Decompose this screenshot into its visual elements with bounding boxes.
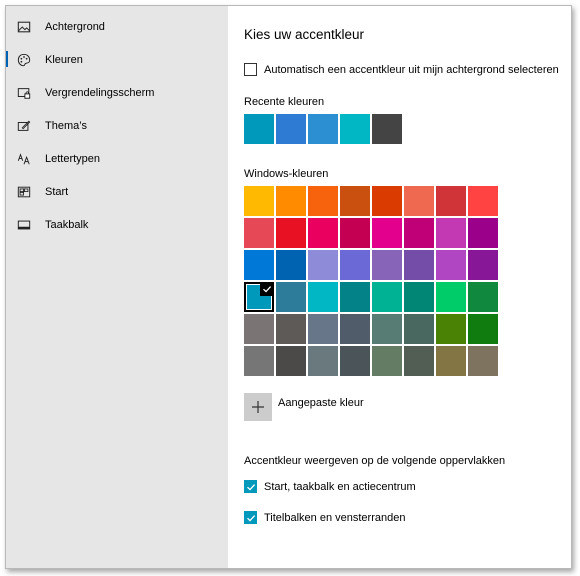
sidebar-item-start[interactable]: Start [6, 175, 228, 208]
color-swatch[interactable] [468, 218, 498, 248]
color-swatch[interactable] [404, 282, 434, 312]
color-swatch[interactable] [276, 346, 306, 376]
color-swatch[interactable] [372, 282, 402, 312]
sidebar-item-label: Achtergrond [45, 20, 105, 33]
color-swatch[interactable] [468, 346, 498, 376]
color-swatch[interactable] [372, 314, 402, 344]
picture-icon [16, 19, 32, 35]
font-icon [16, 151, 32, 167]
color-swatch-selected[interactable] [244, 282, 274, 312]
color-swatch[interactable] [340, 218, 370, 248]
color-swatch[interactable] [276, 314, 306, 344]
custom-color-button[interactable]: Aangepaste kleur [244, 393, 364, 421]
recent-color-swatch[interactable] [308, 114, 338, 144]
lock-screen-icon [16, 85, 32, 101]
color-swatch[interactable] [340, 250, 370, 280]
color-swatch[interactable] [276, 186, 306, 216]
color-swatch[interactable] [308, 346, 338, 376]
color-swatch[interactable] [468, 282, 498, 312]
sidebar-item-lettertypen[interactable]: Lettertypen [6, 142, 228, 175]
sidebar-item-vergrendelingsscherm[interactable]: Vergrendelingsscherm [6, 76, 228, 109]
checkbox-box[interactable] [244, 480, 257, 493]
color-swatch[interactable] [404, 250, 434, 280]
color-swatch[interactable] [340, 346, 370, 376]
color-swatch[interactable] [404, 314, 434, 344]
color-swatch[interactable] [308, 250, 338, 280]
sidebar: Achtergrond Kleuren Vergrendelingsscherm… [6, 6, 228, 568]
sidebar-item-kleuren[interactable]: Kleuren [6, 43, 228, 76]
color-swatch[interactable] [244, 314, 274, 344]
palette-icon [16, 52, 32, 68]
theme-icon [16, 118, 32, 134]
windows-colors-grid [244, 186, 498, 376]
color-swatch[interactable] [244, 186, 274, 216]
color-swatch[interactable] [276, 250, 306, 280]
taskbar-icon [16, 217, 32, 233]
color-swatch[interactable] [372, 346, 402, 376]
windows-colors-label: Windows-kleuren [244, 168, 329, 180]
check-icon [246, 514, 255, 522]
check-icon [260, 282, 274, 296]
sidebar-item-label: Start [45, 185, 69, 198]
sidebar-item-label: Vergrendelingsscherm [45, 86, 155, 99]
checkbox-box[interactable] [244, 63, 257, 76]
recent-color-swatch[interactable] [340, 114, 370, 144]
recent-colors-label: Recente kleuren [244, 96, 325, 108]
color-swatch[interactable] [308, 186, 338, 216]
recent-colors [244, 114, 404, 144]
recent-color-swatch[interactable] [276, 114, 306, 144]
color-swatch[interactable] [436, 314, 466, 344]
color-swatch[interactable] [404, 346, 434, 376]
color-swatch[interactable] [340, 314, 370, 344]
color-swatch[interactable] [436, 282, 466, 312]
custom-color-label: Aangepaste kleur [278, 397, 364, 409]
titlebars-checkbox[interactable]: Titelbalken en vensterranden [244, 511, 405, 524]
color-swatch[interactable] [244, 346, 274, 376]
checkbox-box[interactable] [244, 511, 257, 524]
color-swatch[interactable] [436, 250, 466, 280]
titlebars-label: Titelbalken en vensterranden [264, 511, 406, 524]
sidebar-item-themas[interactable]: Thema’s [6, 109, 228, 142]
color-swatch[interactable] [468, 186, 498, 216]
start-taskbar-label: Start, taakbalk en actiecentrum [264, 480, 416, 493]
recent-color-swatch[interactable] [372, 114, 402, 144]
color-swatch[interactable] [372, 250, 402, 280]
color-swatch[interactable] [244, 218, 274, 248]
color-swatch[interactable] [404, 218, 434, 248]
check-icon [246, 483, 255, 491]
color-swatch[interactable] [436, 186, 466, 216]
color-swatch[interactable] [436, 218, 466, 248]
color-swatch[interactable] [276, 282, 306, 312]
sidebar-item-achtergrond[interactable]: Achtergrond [6, 10, 228, 43]
sidebar-item-taakbalk[interactable]: Taakbalk [6, 208, 228, 241]
surfaces-label: Accentkleur weergeven op de volgende opp… [244, 455, 506, 467]
color-swatch[interactable] [468, 314, 498, 344]
color-swatch[interactable] [372, 218, 402, 248]
main-content: Kies uw accentkleur Automatisch een acce… [228, 6, 571, 568]
plus-icon[interactable] [244, 393, 272, 421]
auto-accent-checkbox[interactable]: Automatisch een accentkleur uit mijn ach… [244, 63, 559, 76]
selection-indicator [6, 51, 8, 67]
sidebar-item-label: Thema’s [45, 119, 87, 132]
start-icon [16, 184, 32, 200]
color-swatch[interactable] [404, 186, 434, 216]
color-swatch[interactable] [436, 346, 466, 376]
start-taskbar-checkbox[interactable]: Start, taakbalk en actiecentrum [244, 480, 416, 493]
settings-window: Achtergrond Kleuren Vergrendelingsscherm… [5, 5, 572, 569]
color-swatch[interactable] [372, 186, 402, 216]
recent-color-swatch[interactable] [244, 114, 274, 144]
color-swatch[interactable] [308, 282, 338, 312]
sidebar-item-label: Taakbalk [45, 218, 89, 231]
sidebar-item-label: Lettertypen [45, 152, 101, 165]
color-swatch[interactable] [468, 250, 498, 280]
color-swatch[interactable] [308, 218, 338, 248]
color-swatch[interactable] [340, 282, 370, 312]
color-swatch[interactable] [244, 250, 274, 280]
sidebar-item-label: Kleuren [45, 53, 83, 66]
color-swatch[interactable] [340, 186, 370, 216]
auto-accent-label: Automatisch een accentkleur uit mijn ach… [264, 63, 559, 76]
page-title: Kies uw accentkleur [244, 27, 365, 42]
color-swatch[interactable] [276, 218, 306, 248]
color-swatch[interactable] [308, 314, 338, 344]
